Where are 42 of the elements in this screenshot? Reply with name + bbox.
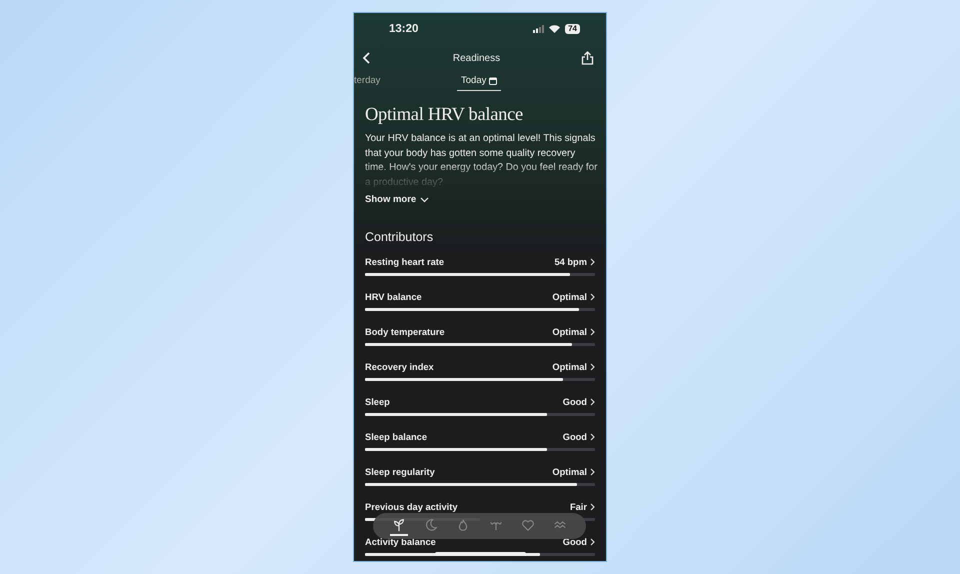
contributor-label[interactable]: Sleep bbox=[365, 396, 390, 406]
chevron-right-icon bbox=[590, 362, 595, 370]
date-tab[interactable]: terday bbox=[354, 73, 384, 91]
contributor-label[interactable]: Recovery index bbox=[365, 362, 434, 372]
status-time: 13:20 bbox=[389, 23, 418, 35]
contributor-label[interactable]: Sleep regularity bbox=[365, 466, 435, 476]
chevron-right-icon bbox=[590, 432, 595, 440]
contributor-value[interactable]: Fair bbox=[570, 502, 595, 512]
chevron-right-icon bbox=[590, 468, 595, 476]
contributor-value[interactable]: 54 bpm bbox=[554, 256, 595, 266]
chevron-right-icon bbox=[590, 328, 595, 336]
calendar-icon bbox=[489, 76, 498, 84]
contributors-heading: Contributors bbox=[365, 230, 434, 244]
contributor-label[interactable]: Resting heart rate bbox=[365, 256, 444, 266]
chevron-right-icon bbox=[590, 538, 595, 546]
contributor-label[interactable]: Activity balance bbox=[365, 536, 436, 546]
contributor-value[interactable]: Good bbox=[562, 396, 595, 406]
contributor-value[interactable]: Optimal bbox=[552, 326, 595, 336]
contributor-label[interactable]: HRV balance bbox=[365, 292, 422, 302]
sprout-icon[interactable] bbox=[390, 516, 408, 536]
contributor-value[interactable]: Good bbox=[562, 432, 595, 442]
wifi-icon bbox=[549, 25, 560, 33]
battery-indicator: 74 bbox=[565, 24, 580, 34]
chevron-right-icon bbox=[590, 292, 595, 300]
contributor-label[interactable]: Body temperature bbox=[365, 326, 445, 336]
back-icon[interactable] bbox=[362, 52, 372, 64]
chevron-down-icon bbox=[420, 196, 430, 202]
show-more-button[interactable]: Show more bbox=[365, 194, 430, 205]
contributor-value[interactable]: Optimal bbox=[552, 466, 595, 476]
contributor-value[interactable]: Optimal bbox=[552, 292, 595, 302]
summary-title: Optimal HRV balance bbox=[365, 105, 524, 126]
signal-icon bbox=[533, 25, 544, 33]
contributor-label[interactable]: Previous day activity bbox=[365, 502, 458, 512]
share-icon[interactable] bbox=[580, 51, 594, 65]
contributor-value[interactable]: Optimal bbox=[552, 362, 595, 372]
chevron-right-icon bbox=[590, 258, 595, 266]
contributor-value[interactable]: Good bbox=[562, 536, 595, 546]
contributor-label[interactable]: Sleep balance bbox=[365, 432, 428, 442]
chevron-right-icon bbox=[590, 502, 595, 510]
date-tab[interactable]: Today bbox=[457, 73, 502, 91]
chevron-right-icon bbox=[590, 398, 595, 406]
screen-title: Readiness bbox=[452, 52, 500, 64]
